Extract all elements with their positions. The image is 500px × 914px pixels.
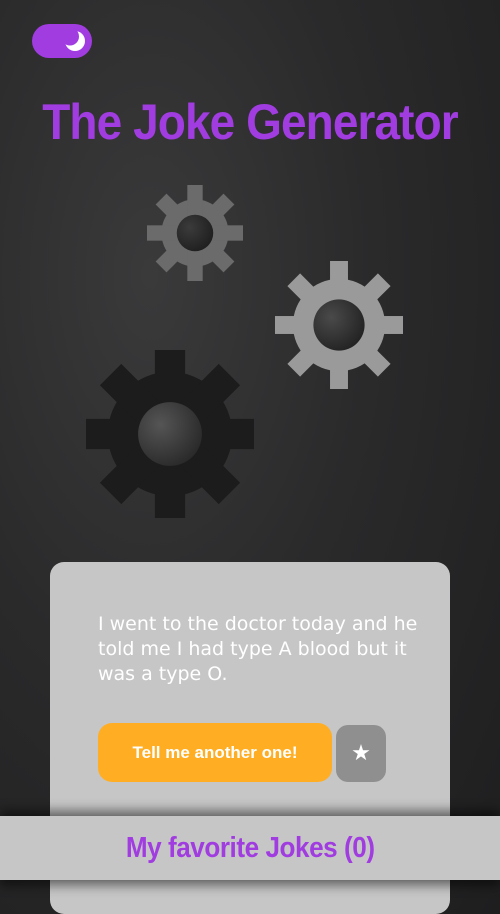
gear-icon (147, 185, 243, 281)
moon-icon (62, 28, 88, 54)
favorite-star-button[interactable]: ★ (336, 725, 386, 782)
favorites-bar[interactable]: My favorite Jokes (0) (0, 816, 500, 880)
gear-icon (275, 261, 403, 389)
joke-text: I went to the doctor today and he told m… (98, 613, 418, 685)
favorites-bar-label: My favorite Jokes (0) (125, 831, 375, 864)
theme-toggle[interactable] (32, 24, 92, 58)
star-icon: ★ (351, 741, 371, 766)
next-joke-button[interactable]: Tell me another one! (98, 723, 332, 782)
page-title: The Joke Generator (42, 94, 458, 150)
gear-icon (86, 350, 254, 518)
